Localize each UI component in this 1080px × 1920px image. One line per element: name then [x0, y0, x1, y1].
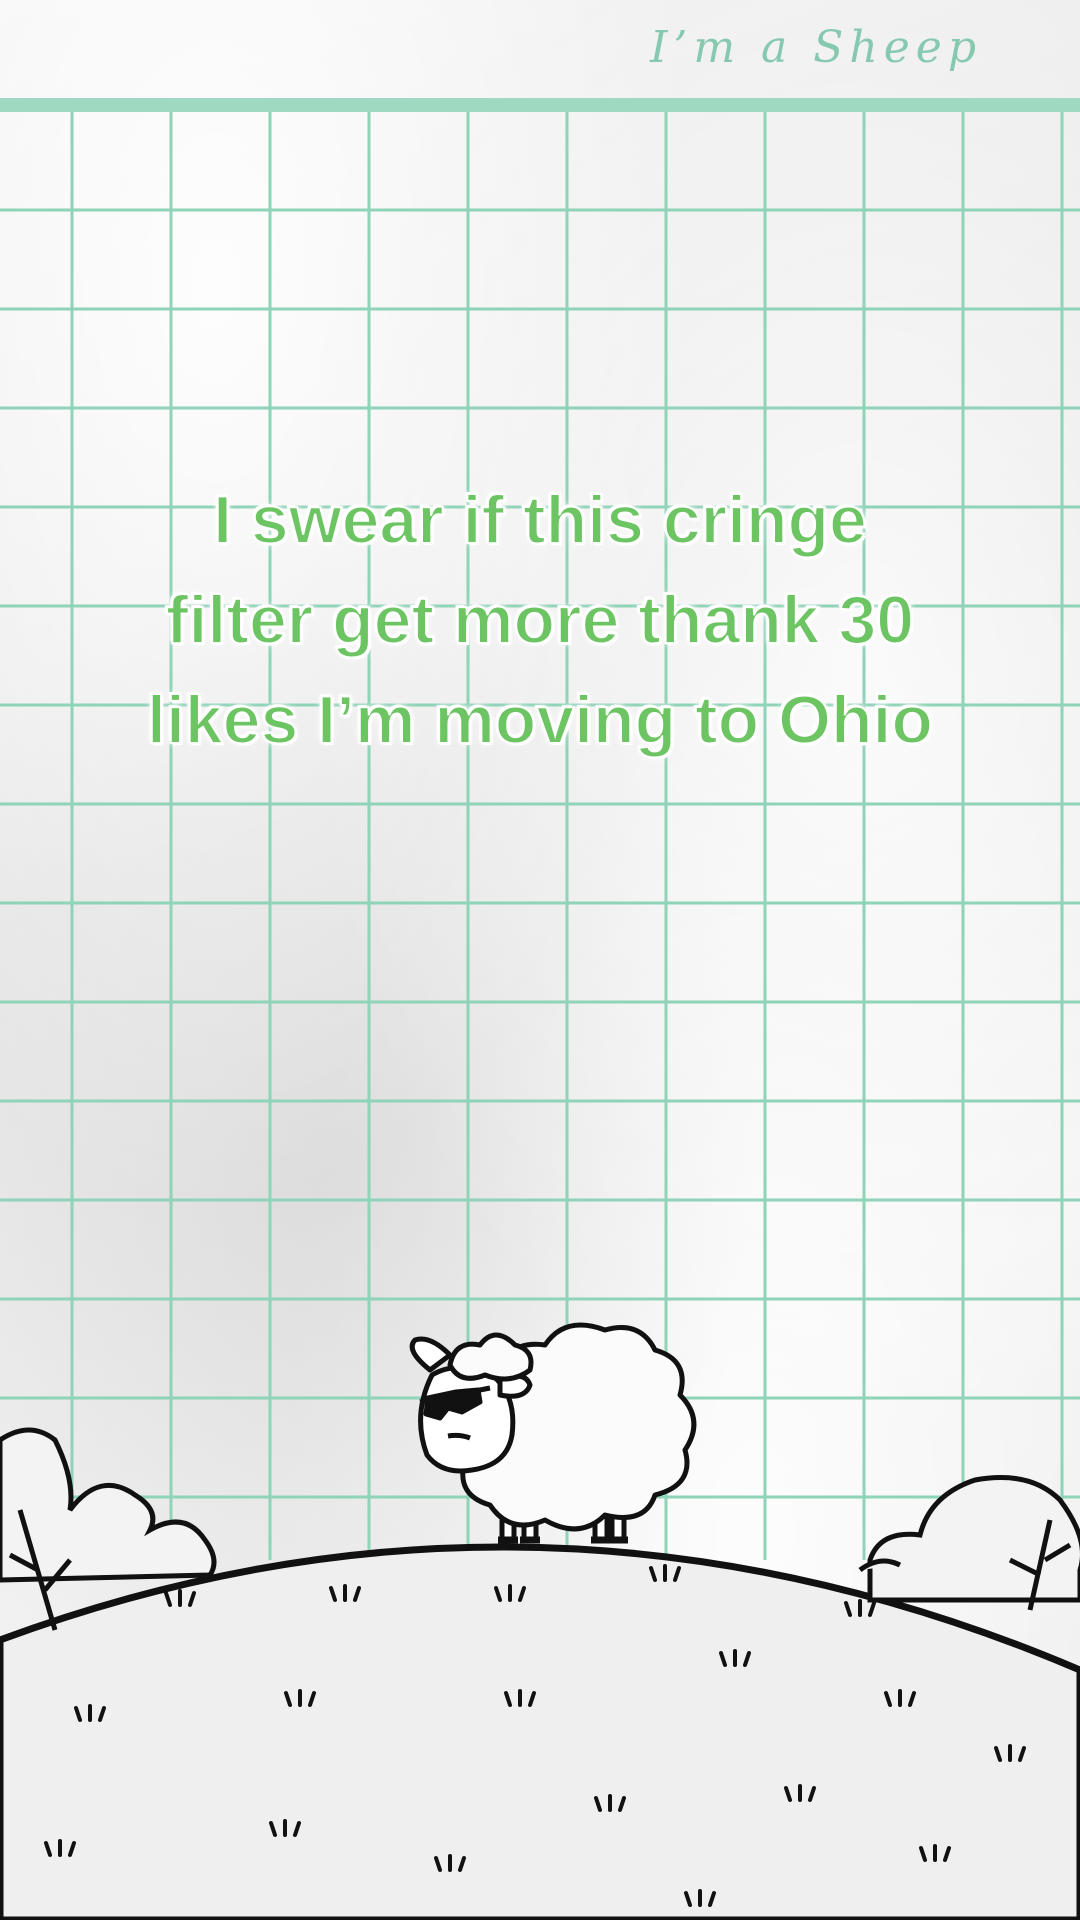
hill-scene [0, 1322, 1080, 1920]
hill [0, 1543, 1080, 1920]
tree-icon [858, 1475, 1080, 1611]
sheep-with-sunglasses-icon [409, 1322, 697, 1544]
